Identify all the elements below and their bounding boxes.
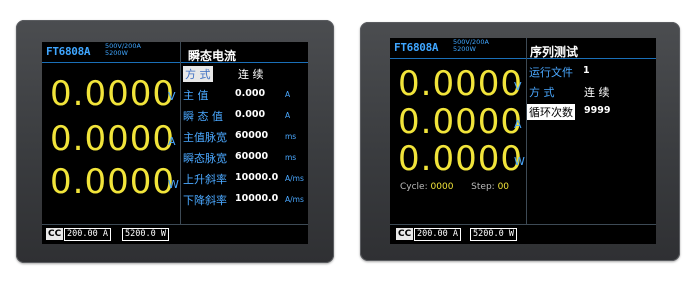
param-main-label: 主 值 [183,89,209,102]
param-main-unit: A [285,90,291,99]
status-current: 200.00 A [64,228,111,241]
rating-label: 500V/200A 5200W [453,39,489,53]
param-transient-unit: A [285,111,291,120]
model-label: FT6808A [394,41,439,54]
power-reading: 0.0000 [398,139,523,179]
param-mode-value[interactable]: 连 续 [238,66,264,82]
current-unit: A [514,118,522,131]
header-split [180,42,181,62]
param-rise-slope-unit: A/ms [285,174,304,183]
param-run-file-value[interactable]: 1 [583,65,590,76]
header-divider [390,58,656,59]
current-reading: 0.0000 [50,119,175,159]
param-fall-slope-value[interactable]: 10000.0 [235,193,278,204]
power-unit: W [168,178,179,191]
status-divider [42,224,308,225]
param-main-value[interactable]: 0.000 [235,88,265,99]
param-rise-slope-value[interactable]: 10000.0 [235,172,278,183]
voltage-reading: 0.0000 [50,74,175,114]
param-mode-label: 方 式 [529,86,555,99]
column-divider [526,58,527,224]
current-reading: 0.0000 [398,102,523,142]
param-loop-count-label[interactable]: 循环次数 [527,104,575,120]
param-transient-width-unit: ms [285,153,297,162]
header-split [526,38,527,58]
cycle-label: Cycle: [400,182,428,192]
header-divider [42,62,308,63]
cycle-value: 0000 [430,182,454,192]
param-rise-slope-label: 上升斜率 [183,173,227,186]
param-transient-label: 瞬 态 值 [183,110,223,123]
voltage-unit: V [168,90,176,103]
status-power: 5200.0 W [470,228,517,241]
param-transient-width-value[interactable]: 60000 [235,151,268,162]
column-divider [180,62,181,224]
status-divider [390,224,656,225]
param-transient-value[interactable]: 0.000 [235,109,265,120]
param-transient-width-label: 瞬态脉宽 [183,152,227,165]
param-run-file-label: 运行文件 [529,66,573,79]
right-display-screen: FT6808A 500V/200A 5200W 序列测试 0.0000 V 0.… [390,38,656,244]
voltage-unit: V [514,80,522,93]
param-fall-slope-label: 下降斜率 [183,194,227,207]
param-mode-value[interactable]: 连 续 [584,84,610,100]
status-power: 5200.0 W [122,228,169,241]
power-reading: 0.0000 [50,162,175,202]
mode-badge: CC [396,228,414,240]
mode-badge: CC [46,228,64,240]
param-main-width-unit: ms [285,132,297,141]
step-label: Step: [471,182,495,192]
rating-line-2: 5200W [105,49,128,57]
model-label: FT6808A [46,45,91,58]
current-unit: A [168,135,176,148]
param-main-width-label: 主值脉宽 [183,131,227,144]
voltage-reading: 0.0000 [398,64,523,104]
param-loop-count-value[interactable]: 9999 [584,105,610,116]
left-display-screen: FT6808A 500V/200A 5200W 瞬态电流 0.0000 V 0.… [42,42,308,244]
step-value: 00 [497,182,510,192]
param-main-width-value[interactable]: 60000 [235,130,268,141]
rating-line-2: 5200W [453,45,476,53]
status-current: 200.00 A [414,228,461,241]
power-unit: W [514,155,525,168]
cycle-step-line: Cycle: 0000 Step: 00 [400,182,509,192]
param-mode-label[interactable]: 方 式 [183,66,213,82]
rating-label: 500V/200A 5200W [105,43,141,57]
param-fall-slope-unit: A/ms [285,195,304,204]
